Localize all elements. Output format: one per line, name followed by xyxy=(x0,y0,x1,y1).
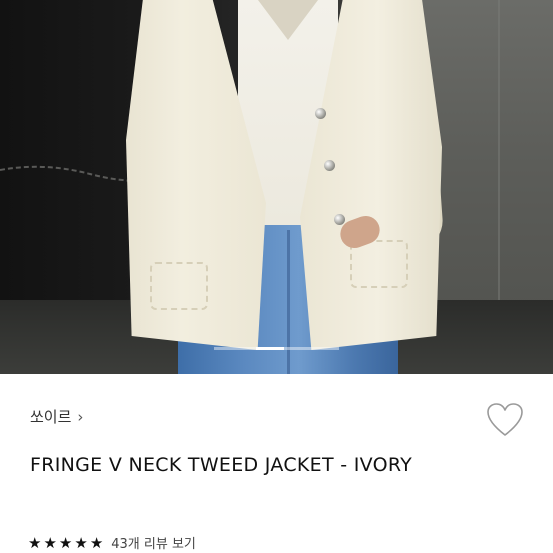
brand-link[interactable]: 쏘이르 › xyxy=(30,406,83,427)
heart-outline-icon[interactable] xyxy=(486,402,524,438)
brand-name: 쏘이르 xyxy=(30,408,72,426)
product-rating: ★ ★ ★ ★ ★ 43개 리뷰 보기 xyxy=(28,533,196,553)
product-image[interactable] xyxy=(0,0,553,374)
star-filled-icon: ★ xyxy=(28,533,42,552)
star-filled-icon: ★ xyxy=(89,533,104,552)
star-filled-icon: ★ xyxy=(43,533,57,552)
star-filled-icon: ★ xyxy=(58,533,73,552)
chevron-right-icon: › xyxy=(77,407,84,426)
jacket-pocket xyxy=(150,262,208,310)
jeans-seam xyxy=(287,230,290,374)
rating-stars: ★ ★ ★ ★ ★ xyxy=(28,534,103,552)
jacket-button xyxy=(334,214,345,225)
jacket-button xyxy=(315,108,326,119)
star-filled-icon: ★ xyxy=(74,533,88,552)
reviews-link[interactable]: 43개 리뷰 보기 xyxy=(111,533,196,552)
jacket-button xyxy=(324,160,335,171)
model-neckline xyxy=(258,0,318,40)
carousel-progress-indicator xyxy=(256,347,284,350)
product-title: FRINGE V NECK TWEED JACKET - IVORY xyxy=(30,454,413,476)
